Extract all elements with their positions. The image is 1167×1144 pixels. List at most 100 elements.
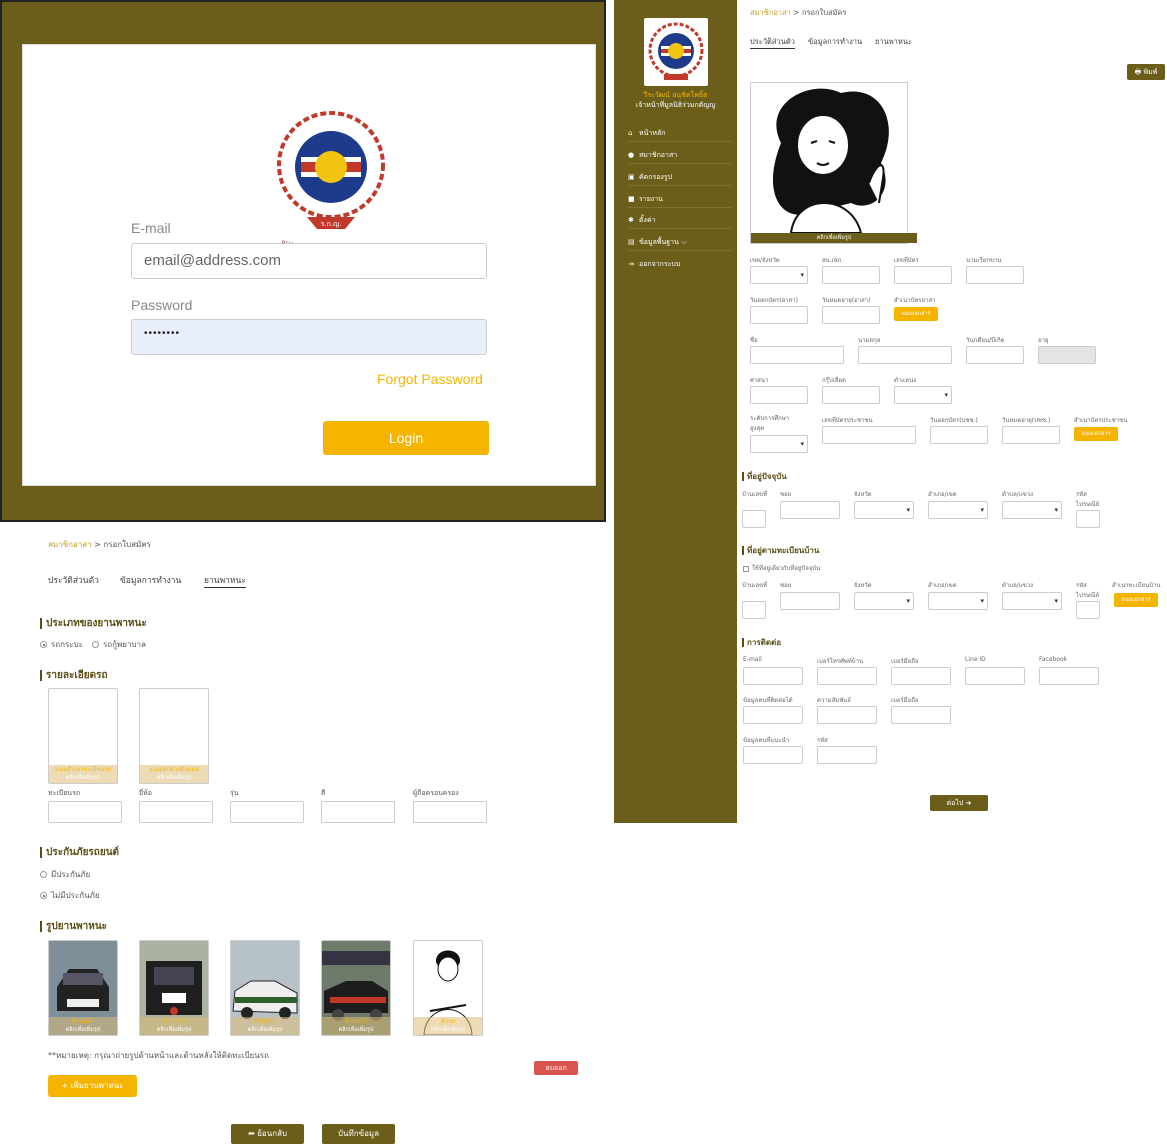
id-expiry-date[interactable] [1002,426,1060,444]
vehicle-tab-personal[interactable]: ประวัติส่วนตัว [48,573,99,587]
color-input[interactable] [321,801,395,823]
position-select[interactable] [894,386,952,404]
same-address-checkbox[interactable]: ใช้ที่อยู่เดียวกับที่อยู่ปัจจุบัน [743,563,820,573]
field-label: เบอร์มือถือ [891,697,919,704]
breadcrumb-link[interactable]: สมาชิกอาสา [48,540,92,549]
card-number-input[interactable] [894,266,952,284]
last-name-input[interactable] [858,346,952,364]
tab-work[interactable]: ข้อมูลการทำงาน [808,36,862,48]
emergency-mobile-input[interactable] [891,706,951,724]
same-address-label: ใช้ที่อยู่เดียวกับที่อยู่ปัจจุบัน [752,565,821,572]
reg-district-select[interactable] [928,592,988,610]
owner-input[interactable] [413,801,487,823]
attach-id-card-button[interactable]: แนบเอกสาร [1074,427,1118,441]
callsign-input[interactable] [966,266,1024,284]
profile-photo[interactable]: คลิกเพื่อเพิ่มรูป [750,82,917,244]
postal-code-input[interactable] [1076,510,1100,528]
attach-house-reg-button[interactable]: แนบเอกสาร [1114,593,1158,607]
sidebar-item-logout[interactable]: ⇥ ออกจากระบบ [628,255,732,273]
referrer-code-input[interactable] [817,746,877,764]
volunteer-issue-date[interactable] [750,306,808,324]
sidebar-item-members[interactable]: ● สมาชิกอาสา [628,146,732,164]
first-name-input[interactable] [750,346,844,364]
password-input[interactable]: •••••••• [131,319,487,355]
reg-subdistrict-select[interactable] [1002,592,1062,610]
breadcrumb-link[interactable]: สมาชิกอาสา [750,8,791,17]
house-number-input[interactable] [742,510,766,528]
sidebar-item-reports[interactable]: ■ รายงาน [628,190,732,208]
section-vehicle-detail: รายละเอียดรถ [40,670,108,681]
sidebar-item-label: ตั้งค่า [639,216,656,224]
vehicle-photo-right[interactable]: ด้านขวา คลิกเพื่อเพิ่มรูป [321,940,391,1036]
id-number-input[interactable] [822,426,916,444]
save-button[interactable]: บันทึกข้อมูล [322,1124,395,1144]
email-input[interactable]: email@address.com [131,243,487,279]
tab-personal[interactable]: ประวัติส่วนตัว [750,36,795,49]
radio-pickup[interactable] [40,641,47,648]
photo-caption[interactable]: คลิกเพื่อเพิ่มรูป [751,233,917,243]
soi-input[interactable] [780,501,840,519]
sidebar-item-home[interactable]: ⌂ หน้าหลัก [628,124,732,142]
model-input[interactable] [230,801,304,823]
id-issue-date[interactable] [930,426,988,444]
attach-volunteer-card-button[interactable]: แนบเอกสาร [894,307,938,321]
vehicle-photo-left[interactable]: ด้านซ้าย คลิกเพื่อเพิ่มรูป [230,940,300,1036]
tab-vehicle[interactable]: ยานพาหนะ [875,36,912,48]
blood-type-input[interactable] [822,386,880,404]
facebook-input[interactable] [1039,667,1099,685]
radio-insured[interactable] [40,871,47,878]
vehicle-reg-doc-upload[interactable]: แนบสำเนาทะเบียนรถ คลิกเพื่อเพิ่มรูป [48,688,118,784]
sidebar-item-basic-data[interactable]: ▤ ข้อมูลพื้นฐาน ⌵ [628,233,732,251]
station-input[interactable] [822,266,880,284]
referrer-input[interactable] [743,746,803,764]
login-button[interactable]: Login [323,421,489,455]
subdistrict-select[interactable] [1002,501,1062,519]
next-button[interactable]: ต่อไป ➜ [930,795,988,811]
forgot-password-link[interactable]: Forgot Password [377,371,483,387]
vehicle-photo-front[interactable]: ด้านหน้า คลิกเพื่อเพิ่มรูป [48,940,118,1036]
vehicle-type-ambulance[interactable]: รถกู้พยาบาล [92,638,146,651]
home-phone-input[interactable] [817,667,877,685]
sidebar-item-settings[interactable]: ✱ ตั้งค่า [628,211,732,229]
radio-not-insured[interactable] [40,892,47,899]
vehicle-photo-body[interactable]: ตัวรถ คลิกเพื่อเพิ่มรูป [413,940,483,1036]
radio-ambulance[interactable] [92,641,99,648]
vehicle-type-pickup[interactable]: รถกระบะ [40,638,83,651]
vehicle-tab-vehicle[interactable]: ยานพาหนะ [204,573,246,588]
reg-postal-code-input[interactable] [1076,601,1100,619]
radio-label: รถกู้พยาบาล [103,640,146,649]
delete-vehicle-button[interactable]: ลบออก [534,1061,578,1075]
vehicle-photo-back[interactable]: ด้านหลัง คลิกเพื่อเพิ่มรูป [139,940,209,1036]
field-label: สน./สภ. [822,257,844,264]
login-panel: ร.ก.ญ. RUAMKATANYU FOUNDATION E-mail ema… [0,0,606,522]
reg-province-select[interactable] [854,592,914,610]
email-contact-input[interactable] [743,667,803,685]
field-label: ชื่อ [750,337,758,344]
add-vehicle-button[interactable]: + เพิ่มยานพาหนะ [48,1075,137,1097]
back-button[interactable]: ⬅ ย้อนกลับ [231,1124,304,1144]
plate-input[interactable] [48,801,122,823]
vehicle-tab-work[interactable]: ข้อมูลการทำงาน [120,573,181,587]
religion-input[interactable] [750,386,808,404]
print-button[interactable]: 🖶 พิมพ์ [1127,64,1165,80]
province-select[interactable] [750,266,808,284]
insurance-no[interactable]: ไม่มีประกันภัย [40,889,100,902]
field-label: ซอย [780,491,792,498]
emergency-contact-input[interactable] [743,706,803,724]
volunteer-expiry-date[interactable] [822,306,880,324]
checkbox-box[interactable] [743,565,749,572]
birthdate-input[interactable] [966,346,1024,364]
reg-house-number-input[interactable] [742,601,766,619]
brand-input[interactable] [139,801,213,823]
line-id-input[interactable] [965,667,1025,685]
sidebar-item-photos[interactable]: ▣ คัดกรองรูป [628,168,732,186]
relationship-input[interactable] [817,706,877,724]
district-select[interactable] [928,501,988,519]
province-address-select[interactable] [854,501,914,519]
education-select[interactable] [750,435,808,453]
mobile-input[interactable] [891,667,951,685]
reg-soi-input[interactable] [780,592,840,610]
insurance-yes[interactable]: มีประกันภัย [40,868,90,881]
consent-doc-upload[interactable]: แนบเอกสารยินยอม คลิกเพื่อเพิ่มรูป [139,688,209,784]
delete-label: ลบออก [545,1064,567,1072]
